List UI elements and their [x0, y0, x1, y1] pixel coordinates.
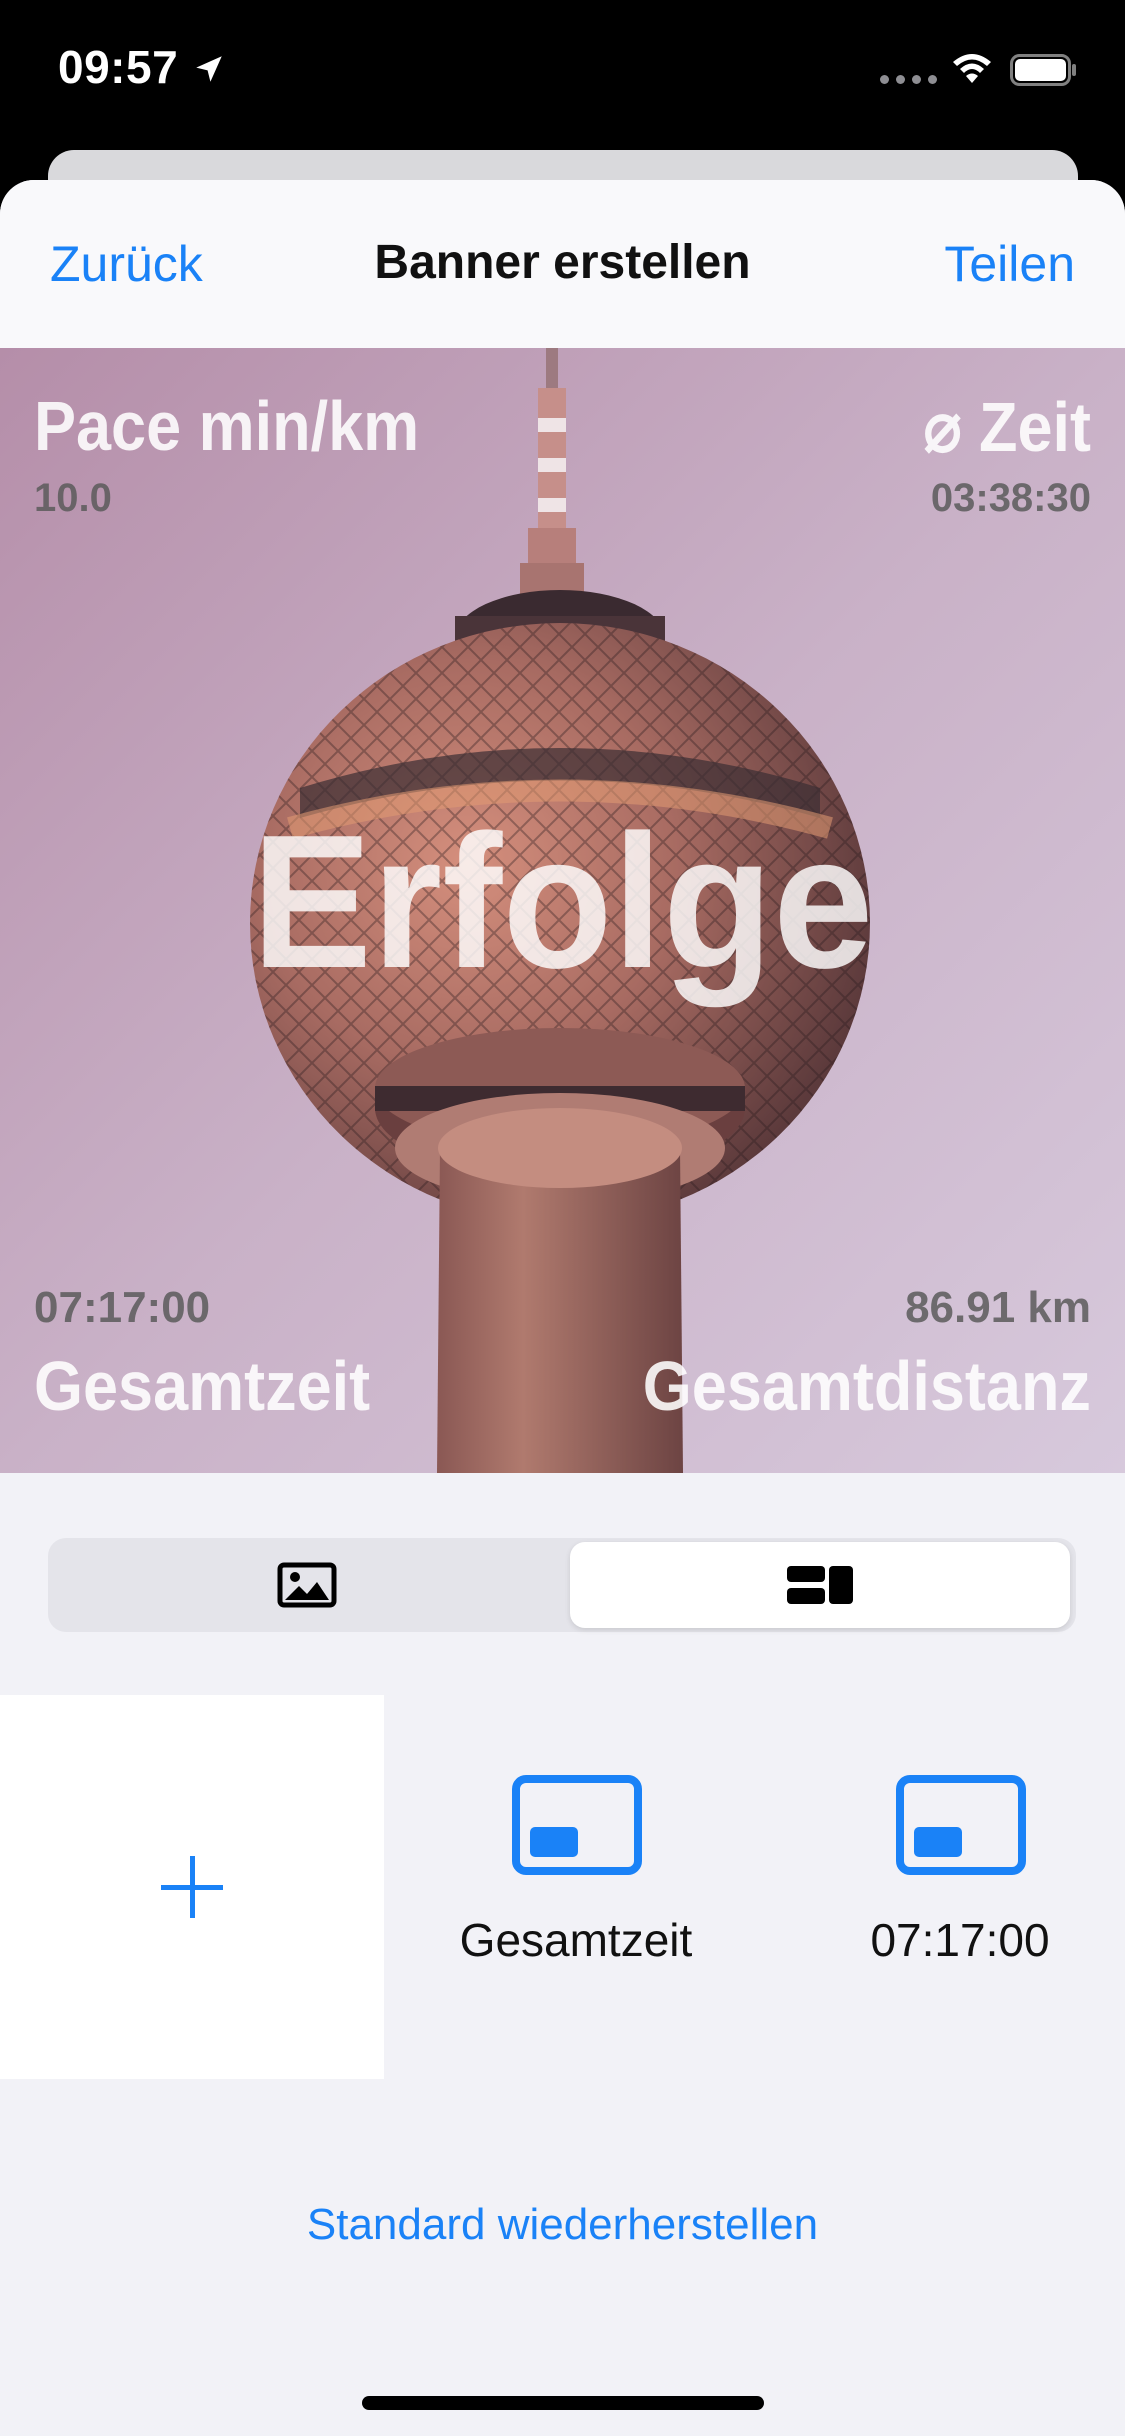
- wifi-icon: [953, 54, 991, 83]
- photo-icon: [277, 1562, 337, 1608]
- element-label: Gesamtzeit: [459, 1914, 693, 1966]
- banner-bottom-left-value: 07:17:00: [34, 1283, 211, 1332]
- banner-element-icon: [512, 1775, 642, 1875]
- add-element-button[interactable]: [0, 1695, 384, 2079]
- element-tile-gesamtzeit[interactable]: Gesamtzeit: [384, 1695, 768, 2079]
- navigation-bar: Zurück Banner erstellen Teilen: [0, 180, 1125, 348]
- banner-bottom-right-value: 86.91 km: [905, 1283, 1091, 1332]
- banner-bottom-right-label: Gesamtdistanz: [642, 1347, 1091, 1425]
- banner-editor-sheet: Zurück Banner erstellen Teilen Pace min/…: [0, 180, 1125, 2436]
- battery-icon: [1010, 54, 1076, 86]
- banner-top-right-value: 03:38:30: [930, 476, 1091, 520]
- element-label: 07:17:00: [870, 1914, 1050, 1966]
- mode-segmented-control: [48, 1538, 1076, 1632]
- layout-icon: [787, 1566, 853, 1604]
- banner-top-left-value: 10.0: [34, 476, 112, 520]
- banner-top-left-label: Pace min/km: [34, 387, 420, 465]
- element-tile-time-value[interactable]: 07:17:00: [768, 1695, 1125, 2079]
- restore-defaults-button[interactable]: Standard wiederherstellen: [0, 2200, 1125, 2250]
- cellular-signal-icon: [880, 75, 937, 84]
- status-bar: 09:57: [0, 0, 1125, 150]
- banner-preview[interactable]: Pace min/km 10.0 ⌀ Zeit 03:38:30 Erfolge…: [0, 348, 1125, 1473]
- segment-photo[interactable]: [52, 1542, 562, 1628]
- location-arrow-icon: [196, 56, 222, 82]
- home-indicator: [362, 2396, 764, 2410]
- banner-element-icon: [896, 1775, 1026, 1875]
- status-time: 09:57: [58, 41, 179, 93]
- banner-title: Erfolge: [251, 796, 874, 1008]
- banner-top-right-label: ⌀ Zeit: [923, 388, 1091, 466]
- share-button[interactable]: Teilen: [944, 235, 1075, 293]
- banner-bottom-left-label: Gesamtzeit: [34, 1347, 371, 1425]
- segment-layout[interactable]: [570, 1542, 1070, 1628]
- plus-icon: [161, 1856, 223, 1918]
